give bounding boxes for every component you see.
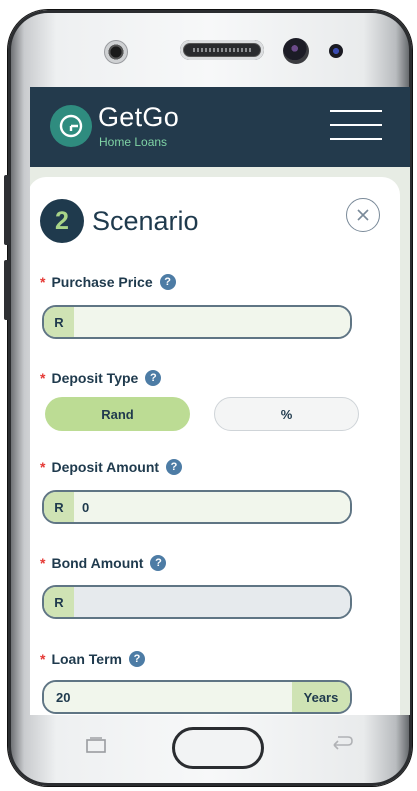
phone-side-button xyxy=(4,175,10,245)
speaker-grille xyxy=(180,40,264,60)
step-number-badge: 2 xyxy=(40,199,84,243)
proximity-sensor xyxy=(329,44,343,58)
menu-icon xyxy=(330,124,382,126)
purchase-price-input[interactable]: R xyxy=(42,305,352,339)
purchase-price-value[interactable] xyxy=(74,307,350,337)
close-icon xyxy=(357,209,369,221)
brand-subtitle: Home Loans xyxy=(99,135,168,149)
help-icon[interactable]: ? xyxy=(145,370,162,386)
menu-icon xyxy=(330,138,382,140)
logo-icon xyxy=(50,105,92,147)
bond-amount-label-text: Bond Amount xyxy=(51,555,144,571)
purchase-price-label-text: Purchase Price xyxy=(51,274,153,290)
currency-prefix: R xyxy=(44,492,74,522)
help-icon[interactable]: ? xyxy=(128,651,145,667)
menu-icon xyxy=(330,110,382,112)
required-marker: * xyxy=(40,459,46,475)
currency-prefix: R xyxy=(44,587,74,617)
deposit-type-rand-option[interactable]: Rand xyxy=(45,397,190,431)
home-button[interactable] xyxy=(172,727,264,769)
bond-amount-value xyxy=(74,587,350,617)
deposit-amount-label-text: Deposit Amount xyxy=(51,459,160,475)
bond-amount-input: R xyxy=(42,585,352,619)
loan-term-label: * Loan Term ? xyxy=(40,651,145,667)
brand-name: GetGo xyxy=(98,102,180,132)
screen: GetGo Home Loans 2 Scenario * Purchase P… xyxy=(30,87,410,715)
required-marker: * xyxy=(40,274,46,290)
required-marker: * xyxy=(40,651,46,667)
help-icon[interactable]: ? xyxy=(166,459,183,475)
deposit-amount-input[interactable]: R 0 xyxy=(42,490,352,524)
loan-term-label-text: Loan Term xyxy=(51,651,122,667)
deposit-type-label: * Deposit Type ? xyxy=(40,370,162,386)
currency-prefix: R xyxy=(44,307,74,337)
section-title: Scenario xyxy=(92,206,199,236)
loan-term-value[interactable]: 20 xyxy=(44,682,292,712)
deposit-amount-label: * Deposit Amount ? xyxy=(40,459,183,475)
deposit-amount-value[interactable]: 0 xyxy=(74,492,350,522)
bond-amount-label: * Bond Amount ? xyxy=(40,555,167,571)
back-icon[interactable] xyxy=(330,735,354,753)
deposit-type-label-text: Deposit Type xyxy=(51,370,139,386)
help-icon[interactable]: ? xyxy=(150,555,167,571)
required-marker: * xyxy=(40,555,46,571)
camera-lens-icon xyxy=(283,38,309,64)
loan-term-input[interactable]: 20 Years xyxy=(42,680,352,714)
deposit-type-percent-option[interactable]: % xyxy=(214,397,359,431)
purchase-price-label: * Purchase Price ? xyxy=(40,274,176,290)
help-icon[interactable]: ? xyxy=(159,274,176,290)
required-marker: * xyxy=(40,370,46,386)
app-header: GetGo Home Loans xyxy=(30,87,410,167)
recent-apps-icon[interactable] xyxy=(86,737,106,753)
scenario-card: 2 Scenario * Purchase Price ? R * Deposi… xyxy=(30,177,400,715)
close-button[interactable] xyxy=(346,198,380,232)
front-camera-icon xyxy=(104,40,128,64)
phone-side-button xyxy=(4,260,10,320)
menu-button[interactable] xyxy=(330,110,382,144)
loan-term-suffix: Years xyxy=(292,682,350,712)
